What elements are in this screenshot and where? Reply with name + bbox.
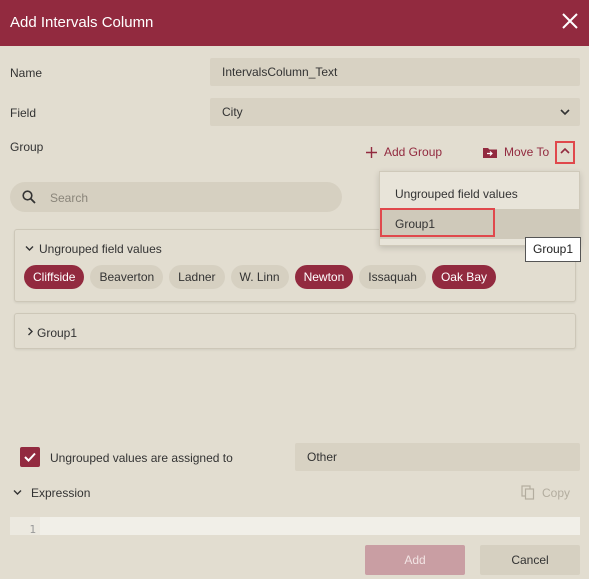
ungrouped-value-input[interactable]: Other (295, 443, 580, 471)
expression-label: Expression (31, 486, 91, 500)
group1-panel-title: Group1 (37, 326, 78, 340)
chip[interactable]: Beaverton (90, 265, 164, 289)
group-label: Group (10, 140, 44, 154)
search-placeholder: Search (50, 191, 89, 205)
ungrouped-panel-title: Ungrouped field values (39, 242, 162, 256)
tooltip: Group1 (525, 237, 581, 262)
folder-move-icon (483, 147, 497, 158)
move-to-label: Move To (504, 145, 550, 159)
chip[interactable]: Newton (294, 265, 354, 289)
menu-item-group1[interactable]: Group1 (380, 209, 579, 239)
menu-item-ungrouped[interactable]: Ungrouped field values (380, 179, 579, 209)
chevron-down-icon[interactable] (13, 489, 22, 496)
chevron-right-icon[interactable] (27, 327, 34, 336)
chip[interactable]: Issaquah (359, 265, 426, 289)
ungrouped-checkbox-label: Ungrouped values are assigned to (50, 451, 233, 465)
search-icon (22, 190, 36, 204)
name-input[interactable]: IntervalsColumn_Text (210, 58, 580, 86)
plus-icon (366, 146, 377, 158)
add-button[interactable]: Add (365, 545, 465, 575)
dialog-header: Add Intervals Column (0, 0, 589, 46)
copy-button[interactable]: Copy (521, 485, 570, 500)
name-label: Name (10, 66, 43, 80)
field-select-value: City (222, 105, 243, 119)
cancel-button[interactable]: Cancel (480, 545, 580, 575)
dialog-title: Add Intervals Column (10, 14, 154, 31)
chip[interactable]: Ladner (169, 265, 225, 289)
add-group-label: Add Group (384, 145, 443, 159)
ungrouped-checkbox[interactable] (20, 447, 40, 467)
move-to-menu: Ungrouped field values Group1 (379, 171, 580, 246)
field-select[interactable]: City (210, 98, 580, 126)
chip[interactable]: Oak Bay (431, 265, 496, 289)
copy-label: Copy (542, 485, 571, 500)
chevron-down-icon[interactable] (25, 245, 34, 252)
checkmark-icon (24, 452, 36, 462)
chip[interactable]: W. Linn (230, 265, 289, 289)
chevron-down-icon (560, 109, 570, 116)
move-to-button[interactable]: Move To (483, 145, 549, 159)
group1-panel[interactable]: Group1 (14, 313, 576, 349)
search-field[interactable]: Search (10, 182, 342, 212)
copy-icon (521, 485, 535, 500)
chip-list: Cliffside Beaverton Ladner W. Linn Newto… (24, 265, 496, 289)
close-icon[interactable] (561, 12, 579, 30)
chip[interactable]: Cliffside (24, 265, 85, 289)
field-label: Field (10, 106, 37, 120)
chevron-up-icon[interactable] (560, 147, 570, 155)
add-group-button[interactable]: Add Group (366, 145, 442, 159)
